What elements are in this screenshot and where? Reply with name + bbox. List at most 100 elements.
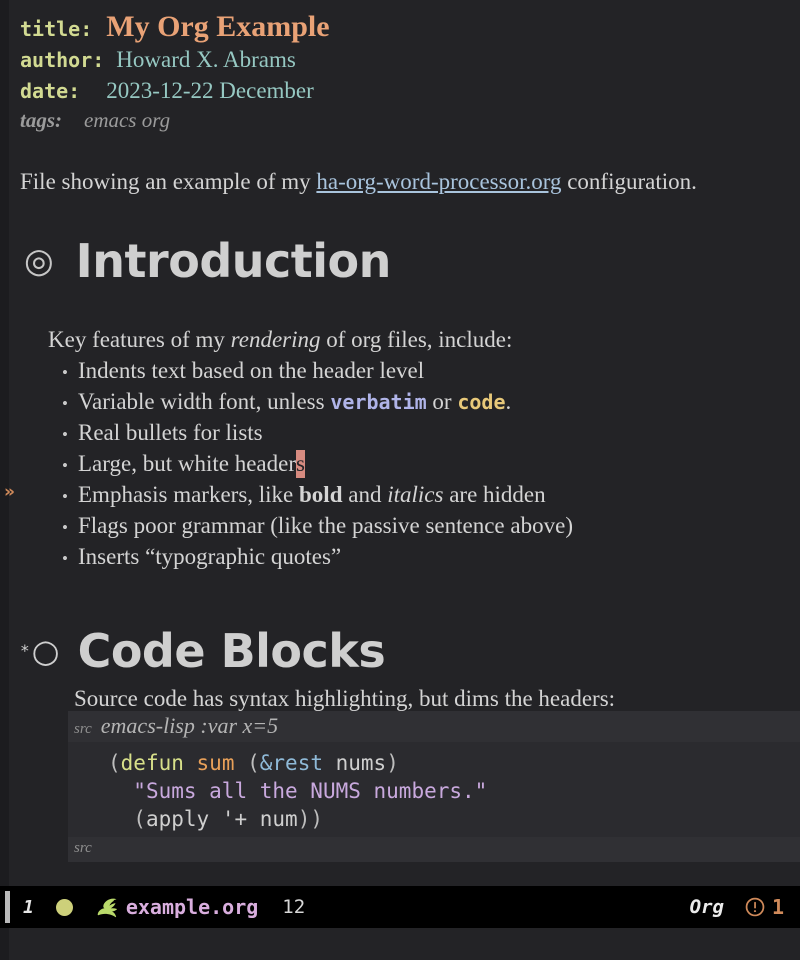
list-item-text: Emphasis markers, like <box>78 482 300 507</box>
list-item: • Large, but white headers <box>62 450 305 478</box>
keyword-label-tags: tags: <box>20 108 62 132</box>
keyword-value-author: Howard X. Abrams <box>116 47 296 72</box>
source-token-fname: sum <box>196 751 235 775</box>
lead-in-after: of org files, include: <box>320 327 513 352</box>
gnu-emacs-icon <box>95 895 119 919</box>
heading-code-blocks-label: Code Blocks <box>77 624 386 678</box>
source-block-footer: src <box>68 837 800 862</box>
modeline-right-group: Org 1 <box>690 895 800 919</box>
source-block[interactable]: src emacs-lisp :var x=5 (defun sum (&res… <box>68 711 800 862</box>
list-item-tail: . <box>505 389 512 414</box>
keyword-value-tags: emacs org <box>84 108 171 132</box>
list-item-text: Flags poor grammar (like the passive sen… <box>78 513 573 538</box>
code-markup: code <box>457 390 506 414</box>
list-item-text: Inserts “typographic quotes” <box>78 544 342 569</box>
list-item-mid: and <box>342 482 388 507</box>
keyword-line-tags: tags: emacs org <box>20 110 170 131</box>
intro-text-after: configuration. <box>561 169 697 194</box>
list-item-text: Large, but white header <box>78 451 296 476</box>
source-block-args: emacs-lisp :var x=5 <box>100 713 279 738</box>
modeline-warning-count: 1 <box>771 895 784 919</box>
list-item-text: Indents text based on the header level <box>78 358 425 383</box>
list-item-text: Variable width font, unless <box>78 389 331 414</box>
org-buffer[interactable]: title: My Org Example author: Howard X. … <box>0 0 800 886</box>
list-item: • Variable width font, unless verbatim or… <box>62 390 511 413</box>
heading-star-marker: * <box>20 641 30 660</box>
list-item-mid: or <box>426 389 458 414</box>
heading-bullet-icon: ○ <box>31 632 60 670</box>
source-line: (defun sum (&rest nums) <box>108 749 800 777</box>
keyword-line-author: author: Howard X. Abrams <box>20 48 296 71</box>
keyword-label-author: author: <box>20 48 105 72</box>
keyword-line-title: title: My Org Example <box>20 12 330 42</box>
buffer-status-dot-icon <box>55 898 73 916</box>
keyword-value-title: My Org Example <box>106 10 330 43</box>
source-token-var: nums <box>322 751 387 775</box>
org-config-link[interactable]: ha-org-word-processor.org <box>316 169 561 194</box>
bullet-icon: • <box>62 363 68 382</box>
bullet-icon: • <box>62 394 68 413</box>
source-token-var: '+ <box>221 807 248 831</box>
source-token-var: apply <box>145 807 210 831</box>
heading-introduction[interactable]: ◎ Introduction <box>24 238 391 284</box>
keyword-label-title: title: <box>20 17 93 41</box>
lead-in-emphasis: rendering <box>230 327 321 352</box>
fringe-continuation-icon: » <box>4 482 15 502</box>
bullet-icon: • <box>62 487 68 506</box>
source-block-code[interactable]: (defun sum (&rest nums) "Sums all the NU… <box>68 742 800 837</box>
source-end-keyword: src <box>74 840 92 856</box>
code-blocks-lead-in: Source code has syntax highlighting, but… <box>74 686 616 711</box>
lead-in-before: Key features of my <box>48 327 231 352</box>
list-item-tail: are hidden <box>443 482 546 507</box>
source-token-string: "Sums all the NUMS numbers." <box>133 779 488 803</box>
source-token-paren: ) <box>386 751 399 775</box>
source-line: "Sums all the NUMS numbers." <box>108 777 800 805</box>
source-token-var <box>184 751 197 775</box>
heading-bullet-icon: ◎ <box>24 241 54 281</box>
source-begin-keyword: src <box>74 721 92 737</box>
bold-markup: bold <box>299 482 343 507</box>
keyword-label-date: date: <box>20 79 81 103</box>
intro-paragraph: File showing an example of my ha-org-wor… <box>20 170 697 193</box>
minibuffer[interactable] <box>0 928 800 960</box>
modeline-buffer-name[interactable]: example.org <box>126 895 258 919</box>
list-item: • Inserts “typographic quotes” <box>62 545 341 568</box>
introduction-lead-in: Key features of my rendering of org file… <box>48 328 512 351</box>
bullet-icon: • <box>62 549 68 568</box>
heading-code-blocks[interactable]: * ○ Code Blocks <box>20 624 386 678</box>
intro-text-before: File showing an example of my <box>20 169 317 194</box>
list-item: • Real bullets for lists <box>62 421 263 444</box>
verbatim-markup: verbatim <box>330 390 427 414</box>
heading-introduction-label: Introduction <box>75 234 392 288</box>
source-token-var <box>108 779 133 803</box>
source-token-paren: ( <box>108 751 121 775</box>
source-token-paren: ( <box>108 807 146 831</box>
modeline[interactable]: 1 example.org 12 Org 1 <box>0 886 800 928</box>
modeline-line-number: 12 <box>282 896 306 918</box>
keyword-line-date: date: 2023-12-22 December <box>20 79 314 102</box>
text-cursor: s <box>295 450 305 478</box>
list-item-text: Real bullets for lists <box>78 420 263 445</box>
keyword-value-date: 2023-12-22 December <box>106 78 314 103</box>
modeline-window-number[interactable]: 1 <box>23 897 34 918</box>
bullet-icon: • <box>62 518 68 537</box>
modeline-left-group: 1 example.org 12 <box>10 895 690 919</box>
source-token-var: num <box>247 807 298 831</box>
source-token-defun: defun <box>120 751 184 775</box>
source-token-paren: )) <box>297 807 323 831</box>
list-item: • Emphasis markers, like bold and italics… <box>62 483 546 506</box>
emacs-frame: title: My Org Example author: Howard X. … <box>0 0 800 960</box>
source-line: (apply '+ num)) <box>108 805 800 833</box>
source-block-header: src emacs-lisp :var x=5 <box>68 711 800 742</box>
list-item: • Flags poor grammar (like the passive se… <box>62 514 573 537</box>
source-token-amp: &rest <box>259 751 323 775</box>
modeline-major-mode[interactable]: Org <box>690 896 724 918</box>
source-token-paren: ( <box>234 751 260 775</box>
circle-exclamation-icon[interactable] <box>744 896 766 918</box>
list-item: • Indents text based on the header level <box>62 359 424 382</box>
bullet-icon: • <box>62 425 68 444</box>
bullet-icon: • <box>62 456 68 475</box>
italic-markup: italics <box>387 482 444 507</box>
minibuffer-fringe <box>0 928 9 960</box>
source-token-var <box>209 807 222 831</box>
